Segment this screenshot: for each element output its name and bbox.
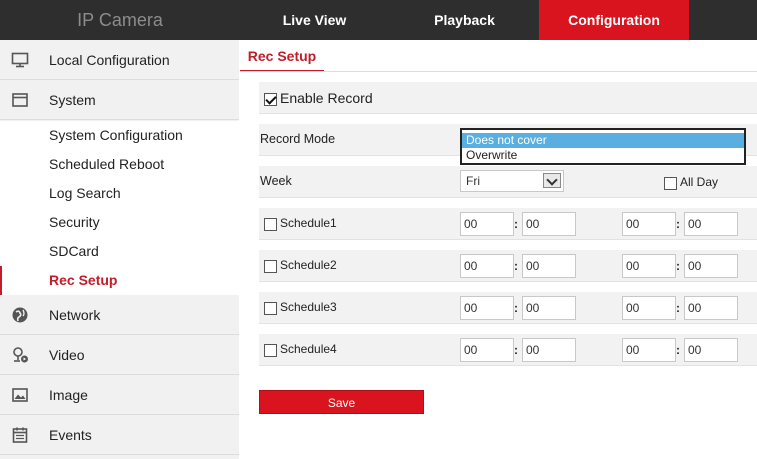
sidebar-subitem-label: System Configuration: [49, 127, 183, 143]
schedule-checkbox[interactable]: [264, 344, 277, 357]
end-hour-input[interactable]: 00: [622, 212, 676, 236]
start-hour-input[interactable]: 00: [460, 338, 514, 362]
sidebar-item-system[interactable]: System: [0, 80, 239, 120]
save-button[interactable]: Save: [259, 390, 424, 414]
image-icon: [11, 386, 29, 404]
sidebar-item-network[interactable]: Network: [0, 295, 239, 335]
schedule-checkbox[interactable]: [264, 302, 277, 315]
nav-live-view[interactable]: Live View: [247, 0, 382, 40]
start-minute-input[interactable]: 00: [522, 338, 576, 362]
schedule-row: Schedule2 00 : 00 00 : 00: [259, 250, 757, 282]
record-mode-label: Record Mode: [260, 132, 336, 146]
sidebar-item-label: Network: [49, 307, 101, 323]
all-day-checkbox[interactable]: [664, 177, 677, 190]
end-minute-input[interactable]: 00: [684, 254, 738, 278]
all-day-label: All Day: [680, 175, 719, 189]
schedule-label: Schedule2: [280, 258, 337, 272]
system-submenu: System Configuration Scheduled Reboot Lo…: [0, 121, 239, 295]
sidebar-item-label: Local Configuration: [49, 52, 170, 68]
end-minute-input[interactable]: 00: [684, 212, 738, 236]
sidebar-item-label: Video: [49, 347, 85, 363]
sidebar-subitem-scheduled-reboot[interactable]: Scheduled Reboot: [0, 150, 239, 179]
calendar-icon: [11, 426, 29, 444]
schedule-label: Schedule4: [280, 342, 337, 356]
time-separator: :: [676, 217, 680, 231]
time-separator: :: [676, 343, 680, 357]
start-hour-input[interactable]: 00: [460, 296, 514, 320]
enable-record-row: Enable Record: [259, 82, 757, 114]
record-mode-option-does-not-cover[interactable]: Does not cover: [462, 133, 744, 148]
sidebar-item-events[interactable]: Events: [0, 415, 239, 455]
end-minute-input[interactable]: 00: [684, 338, 738, 362]
week-label: Week: [260, 174, 292, 188]
schedule-label: Schedule3: [280, 300, 337, 314]
record-mode-dropdown[interactable]: Does not cover Overwrite: [460, 128, 746, 165]
nav-playback[interactable]: Playback: [397, 0, 532, 40]
end-hour-input[interactable]: 00: [622, 296, 676, 320]
sidebar-item-local-configuration[interactable]: Local Configuration: [0, 40, 239, 80]
tab-rec-setup[interactable]: Rec Setup: [240, 40, 324, 72]
enable-record-checkbox[interactable]: [264, 93, 277, 106]
sidebar-subitem-label: Log Search: [49, 185, 121, 201]
start-minute-input[interactable]: 00: [522, 254, 576, 278]
time-separator: :: [514, 259, 518, 273]
week-select-value: Fri: [466, 174, 480, 188]
week-row: Week Fri All Day: [259, 166, 757, 198]
time-separator: :: [514, 301, 518, 315]
time-separator: :: [676, 301, 680, 315]
start-hour-input[interactable]: 00: [460, 254, 514, 278]
sidebar: Local Configuration System System Config…: [0, 40, 239, 459]
schedule-checkbox[interactable]: [264, 260, 277, 273]
globe-icon: [11, 306, 29, 324]
sidebar-subitem-log-search[interactable]: Log Search: [0, 179, 239, 208]
end-hour-input[interactable]: 00: [622, 254, 676, 278]
start-hour-input[interactable]: 00: [460, 212, 514, 236]
enable-record-label: Enable Record: [280, 90, 373, 106]
monitor-icon: [11, 51, 29, 69]
schedule-checkbox[interactable]: [264, 218, 277, 231]
time-separator: :: [514, 217, 518, 231]
start-minute-input[interactable]: 00: [522, 212, 576, 236]
sidebar-subitem-label: Scheduled Reboot: [49, 156, 165, 172]
end-minute-input[interactable]: 00: [684, 296, 738, 320]
start-minute-input[interactable]: 00: [522, 296, 576, 320]
sidebar-subitem-sdcard[interactable]: SDCard: [0, 237, 239, 266]
end-hour-input[interactable]: 00: [622, 338, 676, 362]
sidebar-subitem-system-configuration[interactable]: System Configuration: [0, 121, 239, 150]
schedule-row: Schedule4 00 : 00 00 : 00: [259, 334, 757, 366]
sidebar-item-label: System: [49, 92, 96, 108]
sidebar-subitem-label: SDCard: [49, 243, 99, 259]
sidebar-subitem-security[interactable]: Security: [0, 208, 239, 237]
schedule-label: Schedule1: [280, 216, 337, 230]
sidebar-item-video[interactable]: Video: [0, 335, 239, 375]
sidebar-item-image[interactable]: Image: [0, 375, 239, 415]
tab-divider: [240, 71, 757, 72]
window-icon: [11, 91, 29, 109]
sidebar-item-label: Events: [49, 427, 92, 443]
top-bar: IP Camera Live View Playback Configurati…: [0, 0, 757, 40]
nav-configuration[interactable]: Configuration: [539, 0, 689, 40]
chevron-down-icon[interactable]: [543, 173, 561, 188]
schedule-row: Schedule3 00 : 00 00 : 00: [259, 292, 757, 324]
sidebar-subitem-rec-setup[interactable]: Rec Setup: [0, 266, 239, 295]
schedule-row: Schedule1 00 : 00 00 : 00: [259, 208, 757, 240]
sidebar-subitem-label: Rec Setup: [49, 272, 118, 288]
sidebar-subitem-label: Security: [49, 214, 100, 230]
time-separator: :: [514, 343, 518, 357]
record-mode-option-overwrite[interactable]: Overwrite: [462, 148, 744, 163]
time-separator: :: [676, 259, 680, 273]
camera-icon: [11, 346, 29, 364]
app-title: IP Camera: [77, 10, 163, 30]
week-select[interactable]: Fri: [460, 170, 564, 192]
sidebar-item-label: Image: [49, 387, 88, 403]
